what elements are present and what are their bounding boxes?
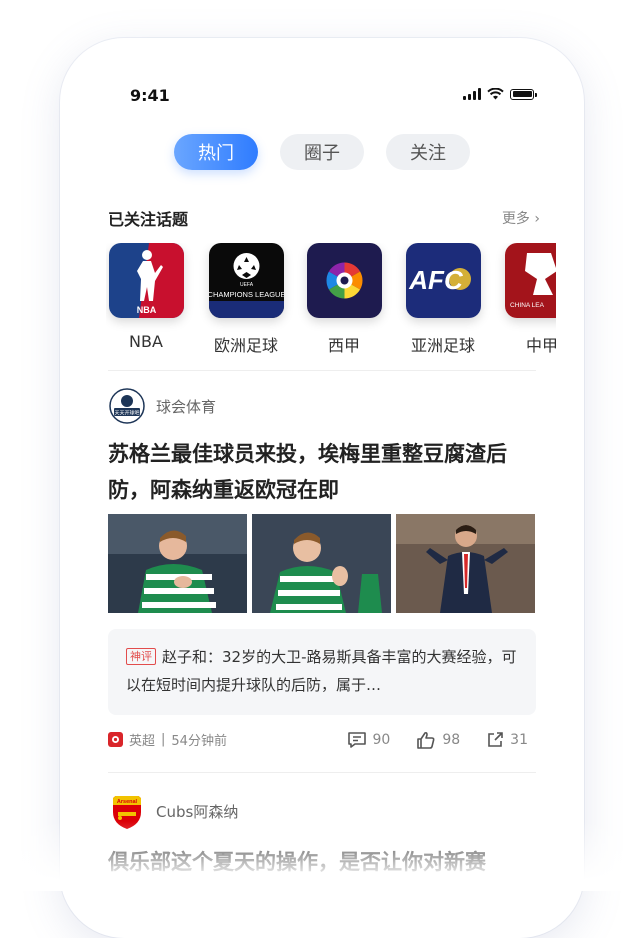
phone-frame: 9:41 热门 圈子 关注 已关注话题 更多 › NBA NBA UEFA CH… (60, 38, 584, 938)
photo-player-1[interactable] (108, 514, 247, 613)
top-comment[interactable]: 神评 赵子和：32岁的大卫-路易斯具备丰富的大赛经验，可以在短时间内提升球队的后防… (108, 629, 536, 715)
status-time: 9:41 (130, 86, 170, 105)
tab-hot[interactable]: 热门 (174, 134, 258, 170)
more-link[interactable]: 更多 › (502, 208, 540, 228)
laliga-logo (306, 243, 382, 318)
comment-text: 神评 赵子和：32岁的大卫-路易斯具备丰富的大赛经验，可以在短时间内提升球队的后防… (126, 643, 518, 699)
meta-separator: | (161, 732, 166, 747)
champions-league-logo: UEFA CHAMPIONS LEAGUE (208, 243, 284, 318)
china-league-logo: CHINA LEA (504, 243, 556, 318)
share-button[interactable]: 31 (486, 731, 528, 749)
arsenal-avatar: Arsenal (108, 792, 146, 830)
photo-coach[interactable] (396, 514, 535, 613)
status-icons (463, 88, 537, 100)
topic-label: 中甲 (525, 336, 556, 355)
shares-count: 31 (510, 731, 528, 748)
article-meta: 英超 | 54分钟前 90 98 31 (108, 730, 528, 749)
afc-logo: AFC (405, 243, 481, 318)
publish-time: 54分钟前 (171, 734, 227, 749)
article-source[interactable]: 天天开球吧 球会体育 (108, 387, 216, 425)
likes-count: 98 (442, 731, 461, 748)
meta-left: 英超 | 54分钟前 (108, 730, 227, 749)
svg-text:Arsenal: Arsenal (117, 799, 138, 805)
svg-text:NBA: NBA (136, 305, 156, 315)
svg-text:天天开球吧: 天天开球吧 (114, 410, 139, 417)
premier-league-icon (108, 732, 123, 747)
tab-follow[interactable]: 关注 (386, 134, 470, 170)
svg-text:AFC: AFC (408, 265, 464, 295)
comment-body: 赵子和：32岁的大卫-路易斯具备丰富的大赛经验，可以在短时间内提升球队的后防，属… (126, 648, 517, 694)
article-photos (108, 514, 536, 613)
section-title: 已关注话题 (108, 210, 189, 229)
photo-player-2[interactable] (252, 514, 391, 613)
nba-logo: NBA (108, 243, 184, 318)
tab-circle[interactable]: 圈子 (280, 134, 364, 170)
source-name: 球会体育 (156, 397, 217, 416)
article-title[interactable]: 苏格兰最佳球员来投，埃梅里重整豆腐渣后防，阿森纳重返欧冠在即 (108, 436, 540, 508)
league-name[interactable]: 英超 (129, 730, 155, 749)
meta-right: 90 98 31 (347, 731, 528, 749)
wifi-icon (487, 88, 504, 100)
topic-la-liga[interactable]: 西甲 (304, 243, 384, 356)
topic-china-league[interactable]: CHINA LEA 中甲 (502, 243, 556, 356)
tab-bar: 热门 圈子 关注 (60, 134, 584, 170)
divider (108, 772, 536, 773)
thumbs-up-icon (417, 731, 435, 749)
topic-label: NBA (129, 332, 163, 351)
topic-asian-football[interactable]: AFC 亚洲足球 (403, 243, 483, 356)
source-name: Cubs阿森纳 (156, 802, 239, 821)
signal-icon (463, 88, 481, 100)
comments-button[interactable]: 90 (347, 731, 391, 749)
share-icon (488, 731, 503, 747)
topic-label: 欧洲足球 (213, 336, 278, 355)
source-avatar: 天天开球吧 (108, 387, 146, 425)
followed-topics-header: 已关注话题 更多 › (108, 206, 540, 230)
topics-row: NBA NBA UEFA CHAMPIONS LEAGUE 欧洲足球 西甲 AF… (106, 243, 556, 363)
hot-comment-badge: 神评 (126, 648, 156, 665)
comments-count: 90 (372, 731, 391, 748)
article-source[interactable]: Arsenal Cubs阿森纳 (108, 792, 238, 830)
topic-label: 西甲 (327, 336, 360, 355)
topic-european-football[interactable]: UEFA CHAMPIONS LEAGUE 欧洲足球 (206, 243, 286, 356)
comment-icon (347, 731, 366, 748)
article-title[interactable]: 俱乐部这个夏天的操作，是否让你对新赛 (108, 844, 540, 880)
topic-label: 亚洲足球 (410, 336, 475, 355)
battery-icon (510, 88, 537, 100)
topic-nba[interactable]: NBA NBA (106, 243, 186, 351)
divider (108, 370, 536, 371)
like-button[interactable]: 98 (416, 731, 460, 749)
svg-text:CHINA LEA: CHINA LEA (510, 302, 545, 309)
svg-text:UEFA: UEFA (239, 282, 253, 288)
svg-text:CHAMPIONS LEAGUE: CHAMPIONS LEAGUE (209, 290, 284, 299)
